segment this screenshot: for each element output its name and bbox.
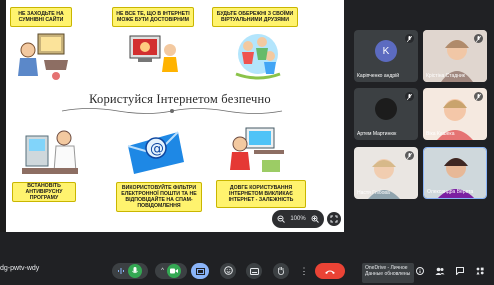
chat-button[interactable] xyxy=(454,263,466,279)
mic-off-icon xyxy=(405,151,414,160)
microphone-icon[interactable] xyxy=(128,264,142,278)
emoji-icon xyxy=(223,262,233,280)
captions-button[interactable] xyxy=(246,263,262,279)
activities-button[interactable] xyxy=(474,263,486,279)
mic-control[interactable] xyxy=(112,263,148,279)
illustration-kids-friends xyxy=(235,34,281,80)
present-button[interactable] xyxy=(191,263,209,279)
illustration-antivirus-doctor xyxy=(22,130,78,174)
present-screen-icon xyxy=(195,262,205,280)
note-not-reliable: НЕ ВСЕ ТЕ, ЩО В ІНТЕРНЕТІ МОЖЕ БУТИ ДОСТ… xyxy=(112,7,194,27)
emoji-button[interactable] xyxy=(220,263,236,279)
illustration-boy-computer xyxy=(18,33,68,80)
illustration-internet-addiction xyxy=(230,127,284,172)
raise-hand-button[interactable] xyxy=(273,263,289,279)
camera-icon[interactable] xyxy=(166,264,181,278)
participant-tile-1[interactable]: K Каріпченко андрій xyxy=(354,30,418,82)
note-suspicious-sites: НЕ ЗАХОДЬТЕ НА СУМНІВНІ САЙТИ xyxy=(10,7,72,27)
note-addiction: ДОВГЕ КОРИСТУВАННЯ ІНТЕРНЕТОМ ВИКЛИКАЄ І… xyxy=(216,180,306,208)
participant-name: Каріпченко андрій xyxy=(357,73,399,79)
activities-icon xyxy=(476,262,484,280)
meeting-code: dg-pwtv-wdy xyxy=(0,265,40,272)
zoom-out-icon[interactable] xyxy=(277,215,285,223)
illustration-email-envelope: @ xyxy=(127,131,184,174)
participant-tile-6[interactable]: Олександра Верета xyxy=(423,147,487,199)
note-email-filters: ВИКОРИСТОВУЙТЕ ФІЛЬТРИ ЕЛЕКТРОННОЇ ПОШТИ… xyxy=(116,182,202,212)
chevron-up-icon[interactable]: ^ xyxy=(161,268,164,274)
illustration-devil-computer xyxy=(129,35,178,72)
toast-line-2: Данные обновлены xyxy=(365,271,411,277)
leave-call-button[interactable] xyxy=(315,263,345,279)
participant-name: Віка Кашека xyxy=(426,131,455,137)
zoom-in-icon[interactable] xyxy=(311,215,319,223)
participant-name: Крістіна Стадник xyxy=(426,73,465,79)
mic-off-icon xyxy=(405,92,414,101)
avatar: K xyxy=(375,40,397,62)
hang-up-icon xyxy=(324,262,336,280)
info-icon xyxy=(416,262,424,280)
slide-edge xyxy=(0,0,6,232)
hand-icon xyxy=(277,262,285,280)
participant-tile-5[interactable]: Настя Глібова xyxy=(354,147,418,199)
captions-icon xyxy=(249,262,259,280)
presentation-slide: НЕ ЗАХОДЬТЕ НА СУМНІВНІ САЙТИ НЕ ВСЕ ТЕ,… xyxy=(0,0,344,232)
people-button[interactable] xyxy=(434,263,446,279)
meet-window: НЕ ЗАХОДЬТЕ НА СУМНІВНІ САЙТИ НЕ ВСЕ ТЕ,… xyxy=(0,0,494,285)
participant-tile-2[interactable]: Крістіна Стадник xyxy=(423,30,487,82)
people-icon xyxy=(435,262,445,280)
audio-levels-icon xyxy=(118,262,124,280)
onedrive-notification[interactable]: OneDrive - Личное Данные обновлены xyxy=(362,263,414,283)
expand-icon[interactable] xyxy=(327,212,341,226)
mic-off-icon xyxy=(405,34,414,43)
participant-name: Артем Мартинюк xyxy=(357,131,397,137)
zoom-controls: 100% xyxy=(272,210,324,228)
avatar xyxy=(375,98,397,120)
participant-name: Настя Глібова xyxy=(357,190,390,196)
mic-off-icon xyxy=(474,34,483,43)
chat-icon xyxy=(456,262,464,280)
info-button[interactable] xyxy=(414,263,426,279)
zoom-level: 100% xyxy=(290,216,306,222)
svg-text:@: @ xyxy=(150,141,164,157)
more-vert-icon: ⋮ xyxy=(299,266,309,276)
camera-control[interactable]: ^ xyxy=(155,263,187,279)
participant-tile-3[interactable]: Артем Мартинюк xyxy=(354,88,418,140)
mic-off-icon xyxy=(474,92,483,101)
note-antivirus: ВСТАНОВІТЬ АНТИВІРУСНУ ПРОГРАМУ xyxy=(12,182,76,202)
participant-tile-4[interactable]: Віка Кашека xyxy=(423,88,487,140)
decorative-flourish xyxy=(61,108,283,114)
more-options-button[interactable]: ⋮ xyxy=(299,263,309,279)
participant-name: Олександра Верета xyxy=(427,189,474,195)
call-controls-bar: dg-pwtv-wdy ^ ⋮ xyxy=(0,257,494,285)
note-virtual-friends: БУДЬТЕ ОБЕРЕЖНІ З СВОЇМИ ВІРТУАЛЬНИМИ ДР… xyxy=(212,7,298,27)
